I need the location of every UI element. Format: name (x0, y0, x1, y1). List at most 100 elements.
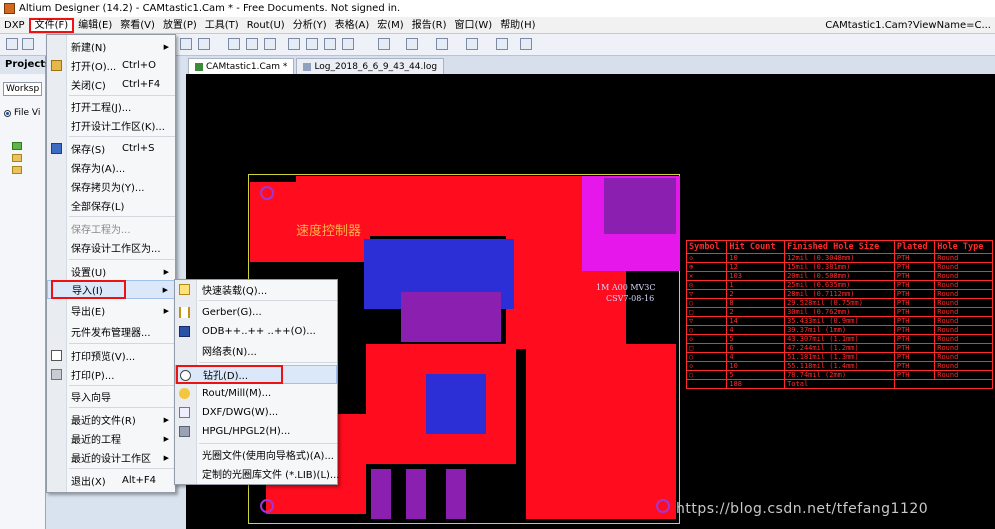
drill-table-row: ○ 4 51.181mil (1.3mm) PTH Round (685, 352, 993, 362)
open-folder-icon[interactable] (22, 38, 34, 50)
menu-item-rout-mill[interactable]: Rout/Mill(M)... (175, 384, 337, 403)
menu-item-print[interactable]: 打印(P)... (47, 365, 175, 384)
menu-place[interactable]: 放置(P) (159, 18, 201, 33)
menu-item-export[interactable]: 导出(E) ▶ (47, 301, 175, 320)
board-label: CSV7-08-16 (606, 294, 655, 303)
menu-edit[interactable]: 编辑(E) (74, 18, 116, 33)
menu-item-quick-load[interactable]: 快速装载(Q)... (175, 280, 337, 299)
menu-analysis[interactable]: 分析(Y) (289, 18, 331, 33)
open-folder-icon (51, 60, 62, 71)
tree-item[interactable] (12, 140, 45, 152)
copy-icon[interactable] (246, 38, 258, 50)
menu-item-odb[interactable]: ODB++..++ ..++(O)... (175, 322, 337, 341)
pad-tool-icon[interactable] (496, 38, 508, 50)
redo-icon[interactable] (306, 38, 318, 50)
drill-table-total-row: 188 Total (685, 379, 994, 389)
drill-table-cell: 30mil (0.762mm) (784, 307, 895, 317)
project-tree (12, 140, 45, 176)
menu-item-recent-projects[interactable]: 最近的工程 ▶ (47, 429, 175, 448)
drill-table-cell: Round (934, 370, 993, 380)
menu-item-dxf-dwg[interactable]: DXF/DWG(W)... (175, 403, 337, 422)
menu-view[interactable]: 察看(V) (116, 18, 159, 33)
drill-table-cell: □ (685, 307, 728, 317)
menu-window[interactable]: 窗口(W) (450, 18, 496, 33)
menu-item-save-as[interactable]: 保存为(A)... (47, 158, 175, 177)
workspace-dropdown[interactable]: Worksp (3, 82, 42, 96)
zoom-icon[interactable] (180, 38, 192, 50)
menu-item-setup[interactable]: 设置(U) ▶ (47, 262, 175, 281)
menu-item-recent-files[interactable]: 最近的文件(R) ▶ (47, 410, 175, 429)
print-icon[interactable] (198, 38, 210, 50)
bottom-copper (426, 374, 486, 434)
drill-table-row: □ 6 47.244mil (1.2mm) PTH Round (685, 343, 993, 353)
menu-item-new[interactable]: 新建(N) ▶ (47, 37, 175, 56)
menu-rout[interactable]: Rout(U) (243, 18, 289, 33)
highlight-annotation (176, 365, 283, 384)
drill-total-label: Total (784, 379, 895, 389)
menu-item-recent-workspaces[interactable]: 最近的设计工作区 ▶ (47, 448, 175, 467)
menu-item-import-wizard[interactable]: 导入向导 (47, 387, 175, 406)
paste-icon[interactable] (264, 38, 276, 50)
tab-camtastic[interactable]: CAMtastic1.Cam * (188, 58, 295, 74)
tree-item[interactable] (12, 164, 45, 176)
drill-table-cell: □ (685, 343, 728, 353)
drill-table-cell: Round (934, 316, 993, 326)
menu-item-save-copy-as[interactable]: 保存拷贝为(Y)... (47, 177, 175, 196)
menu-separator (69, 343, 175, 344)
move-icon[interactable] (342, 38, 354, 50)
odb-icon (179, 326, 190, 337)
drill-table-cell: 12mil (0.3048mm) (784, 253, 895, 263)
window-title: Altium Designer (14.2) - CAMtastic1.Cam … (19, 3, 401, 14)
menu-item-netlist[interactable]: 网络表(N)... (175, 341, 337, 360)
file-view-radio[interactable]: File Vi (4, 108, 45, 118)
submenu-arrow-icon: ▶ (163, 306, 169, 315)
highlight-annotation (51, 280, 126, 299)
arc-tool-icon[interactable] (378, 38, 390, 50)
text-tool-icon[interactable] (466, 38, 478, 50)
rectangle-tool-icon[interactable] (436, 38, 448, 50)
menu-item-gerber[interactable]: Gerber(G)... (175, 303, 337, 322)
menu-help[interactable]: 帮助(H) (496, 18, 539, 33)
menu-item-open-workspace[interactable]: 打开设计工作区(K)... (47, 116, 175, 135)
menu-macro[interactable]: 宏(M) (373, 18, 407, 33)
menu-item-save-project-as[interactable]: 保存工程为... (47, 219, 175, 238)
menu-item-label: HPGL/HPGL2(H)... (202, 426, 291, 437)
menu-separator (69, 385, 175, 386)
menu-tools[interactable]: 工具(T) (201, 18, 243, 33)
menu-dxp[interactable]: DXP (0, 18, 29, 33)
menu-item-label: 保存工程为... (71, 225, 131, 236)
menu-item-aperture-wizard[interactable]: 光圈文件(使用向导格式)(A)... (175, 445, 337, 464)
submenu-arrow-icon: ▶ (162, 285, 168, 294)
drill-table-cell: 47.244mil (1.2mm) (784, 343, 895, 353)
new-document-icon[interactable] (6, 38, 18, 50)
drill-table-cell (893, 379, 994, 389)
menu-item-release-manager[interactable]: 元件发布管理器... (47, 322, 175, 341)
drill-table-cell: PTH (893, 253, 936, 263)
menu-separator (69, 259, 175, 260)
menu-item-save-all[interactable]: 全部保存(L) (47, 196, 175, 215)
menu-tables[interactable]: 表格(A) (331, 18, 374, 33)
projects-panel-title[interactable]: Projects (0, 56, 51, 74)
select-icon[interactable] (324, 38, 336, 50)
drill-table-cell: 8 (726, 298, 786, 308)
tree-item[interactable] (12, 152, 45, 164)
line-tool-icon[interactable] (406, 38, 418, 50)
menu-item-hpgl[interactable]: HPGL/HPGL2(H)... (175, 422, 337, 441)
menu-reports[interactable]: 报告(R) (408, 18, 451, 33)
menu-item-save-workspace-as[interactable]: 保存设计工作区为... (47, 238, 175, 257)
grid-icon[interactable] (520, 38, 532, 50)
menu-item-close[interactable]: 关闭(C) Ctrl+F4 (47, 75, 175, 94)
menu-item-open[interactable]: 打开(O)... Ctrl+O (47, 56, 175, 75)
menu-item-print-preview[interactable]: 打印预览(V)... (47, 346, 175, 365)
menu-item-aperture-library[interactable]: 定制的光圈库文件 (*.LIB)(L)... (175, 464, 339, 483)
undo-icon[interactable] (288, 38, 300, 50)
menu-item-save[interactable]: 保存(S) Ctrl+S (47, 139, 175, 158)
component-pad (446, 469, 466, 519)
cut-icon[interactable] (228, 38, 240, 50)
drill-table-cell: 20mil (0.508mm) (784, 271, 895, 281)
tab-log[interactable]: Log_2018_6_6_9_43_44.log (296, 58, 445, 74)
menu-file[interactable]: 文件(F) (28, 17, 75, 33)
menu-item-exit[interactable]: 退出(X) Alt+F4 (47, 471, 175, 490)
menu-item-open-project[interactable]: 打开工程(J)... (47, 97, 175, 116)
dxf-dwg-icon (179, 407, 190, 418)
